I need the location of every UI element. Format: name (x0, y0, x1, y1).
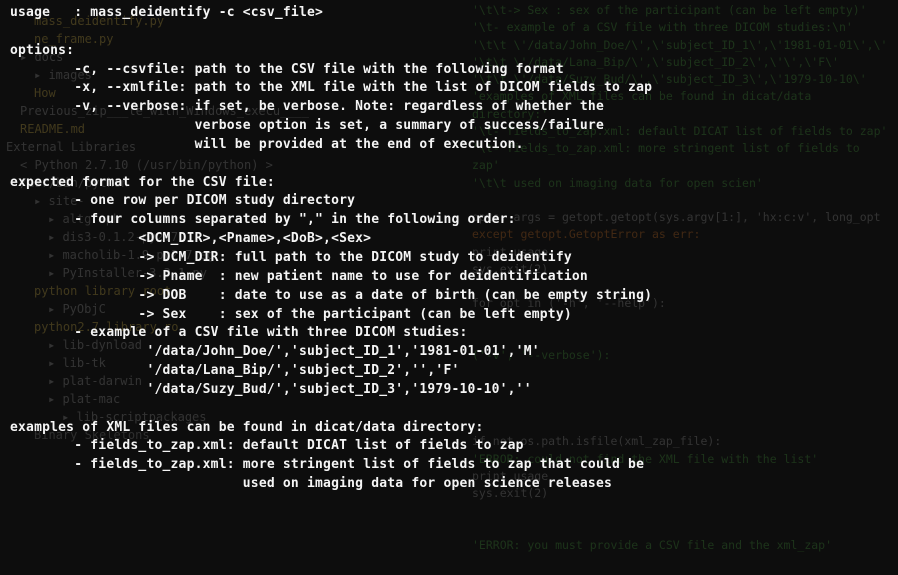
usage-docstring: usage : mass_deidentify -c <csv_file> op… (0, 0, 898, 498)
usage-line: used on imaging data for open science re… (10, 476, 612, 491)
usage-line: -> DCM_DIR: full path to the DICOM study… (10, 250, 572, 265)
usage-line: examples of XML files can be found in di… (10, 420, 484, 435)
usage-line: verbose option is set, a summary of succ… (10, 118, 604, 133)
usage-line: - fields_to_zap.xml: default DICAT list … (10, 438, 524, 453)
usage-line: -x, --xmlfile: path to the XML file with… (10, 80, 652, 95)
usage-line: expected format for the CSV file: (10, 175, 275, 190)
usage-line: '/data/Suzy_Bud/','subject_ID_3','1979-1… (10, 382, 532, 397)
usage-line: -> Sex : sex of the participant (can be … (10, 307, 572, 322)
usage-line: -c, --csvfile: path to the CSV file with… (10, 62, 564, 77)
code-ghost-line: 'ERROR: you must provide a CSV file and … (472, 537, 892, 554)
usage-line: -> DOB : date to use as a date of birth … (10, 288, 652, 303)
usage-line: '/data/John_Doe/','subject_ID_1','1981-0… (10, 344, 540, 359)
usage-line: - example of a CSV file with three DICOM… (10, 325, 468, 340)
code-ghost-line (472, 520, 892, 537)
usage-line: <DCM_DIR>,<Pname>,<DoB>,<Sex> (10, 231, 371, 246)
usage-line: - four columns separated by "," in the f… (10, 212, 516, 227)
code-ghost-line (472, 502, 892, 519)
usage-line: -v, --verbose: if set, be verbose. Note:… (10, 99, 604, 114)
usage-line: '/data/Lana_Bip/','subject_ID_2','','F' (10, 363, 460, 378)
usage-line: options: (10, 43, 74, 58)
usage-line: - one row per DICOM study directory (10, 193, 355, 208)
usage-line: usage : mass_deidentify -c <csv_file> (10, 5, 323, 20)
usage-line: - fields_to_zap.xml: more stringent list… (10, 457, 644, 472)
usage-line: will be provided at the end of execution… (10, 137, 524, 152)
usage-line: -> Pname : new patient name to use for d… (10, 269, 588, 284)
